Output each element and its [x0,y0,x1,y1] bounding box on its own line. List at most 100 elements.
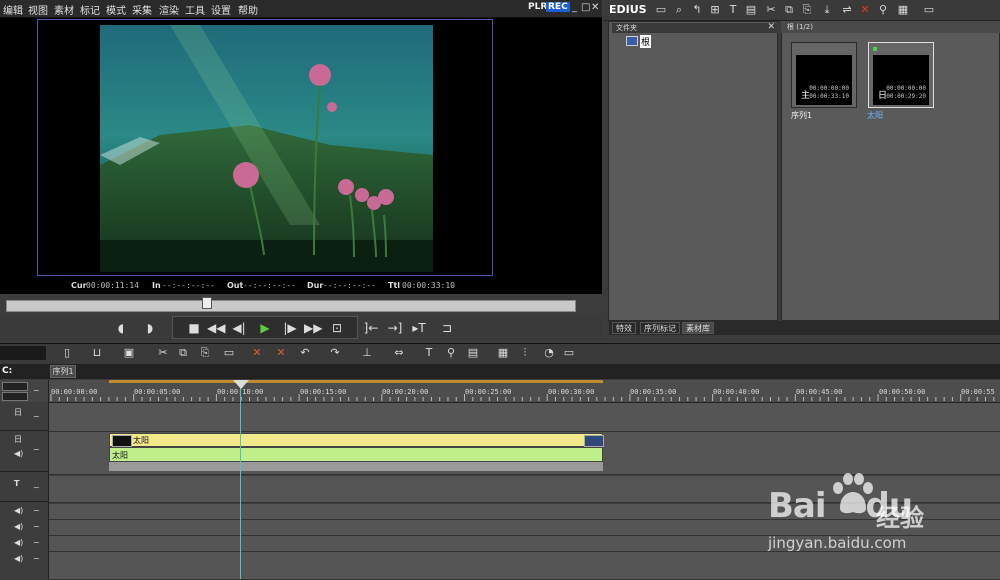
speaker-icon[interactable]: ◀) [14,449,23,458]
timeline-video-clip[interactable]: 太阳 [109,433,603,447]
cut-icon[interactable]: ✂ [156,346,170,360]
title-icon[interactable]: T [422,346,436,360]
new-sequence-icon[interactable]: ▯ [60,346,74,360]
timeline-ruler[interactable]: 00:00:00:00 00:00:05:00 00:00:10:00 00:0… [49,380,1000,403]
sync-icon[interactable]: ~ [33,538,40,547]
undo-icon[interactable]: ↶ [298,346,312,360]
ripple-delete-icon[interactable]: ✕ [250,346,264,360]
menu-capture[interactable]: 采集 [132,2,152,17]
set-in-out-icon[interactable]: ⊥ [360,346,374,360]
layout-icon[interactable]: ▦ [496,346,510,360]
rewind-icon[interactable]: ◀◀ [207,319,225,337]
fast-forward-icon[interactable]: ▶▶ [304,319,322,337]
up-folder-icon[interactable]: ↰ [690,3,704,17]
sequence-tab[interactable]: 序列1 [50,365,76,378]
snap-icon[interactable]: ⇔ [392,346,406,360]
speaker-icon[interactable]: ◀) [14,522,23,531]
add-to-timeline-icon[interactable]: ⤓ [820,3,834,17]
speaker-icon[interactable]: ◀) [14,538,23,547]
save-icon[interactable]: ▣ [122,346,136,360]
link-icon[interactable]: ~ [33,386,40,395]
timeline-mode-box[interactable] [0,346,46,360]
menu-tools[interactable]: 工具 [185,2,205,17]
audio-record-icon[interactable]: ⚲ [444,346,458,360]
view-mode-icon[interactable]: ▦ [896,3,910,17]
paste-icon[interactable]: ⎘ [198,346,212,360]
speaker-icon[interactable]: ◀) [14,506,23,515]
step-forward-icon[interactable]: |▶ [281,319,299,337]
sync-icon[interactable]: ~ [33,522,40,531]
menu-mode[interactable]: 模式 [106,2,126,17]
ruler-label: 00:00:20:00 [382,388,429,396]
loop-icon[interactable]: ⊡ [328,319,346,337]
timeline-audio-clip[interactable]: 太阳 [109,447,603,462]
menu-marker[interactable]: 标记 [80,2,100,17]
menu-render[interactable]: 渲染 [159,2,179,17]
bin-clip-sequence[interactable]: 主 00:00:00:00 00:00:33:10 [791,42,857,108]
insert-icon[interactable]: ]← [362,319,380,337]
track-head-a2: ◀) ~ [0,521,48,535]
tab-effects[interactable]: 特效 [612,322,636,334]
menu-help[interactable]: 帮助 [238,2,258,17]
title-icon[interactable]: T [726,3,740,17]
bin-clip-sun[interactable]: 日 00:00:00:00 00:00:29:20 [868,42,934,108]
redo-icon[interactable]: ↷ [328,346,342,360]
bin-header-label: 根 (1/2) [787,23,813,31]
sync-icon[interactable]: ~ [33,412,40,421]
sync-icon[interactable]: ~ [33,554,40,563]
clip-mode-icon[interactable]: ▭ [222,346,236,360]
sync-icon[interactable]: ~ [33,445,40,454]
timeline-toolbar: ▯ ⊔ ▣ ✂ ⧉ ⎘ ▭ ✕ ✕ ↶ ↷ ⊥ ⇔ T ⚲ ▤ ▦ ⫶ ◔ ▭ [0,343,1000,365]
rec-toggle[interactable]: REC [546,2,570,12]
display-icon[interactable]: ▭ [562,346,576,360]
match-frame-icon[interactable]: ▸T [410,319,428,337]
open-project-icon[interactable]: ⊔ [90,346,104,360]
sync-icon[interactable]: ~ [33,506,40,515]
sync-icon[interactable]: ~ [33,483,40,492]
tab-library[interactable]: 素材库 [682,322,714,334]
stop-icon[interactable]: ■ [185,319,203,337]
play-icon[interactable]: ▶ [256,319,274,337]
set-in-icon[interactable]: ◖ [112,319,130,337]
folder-close-icon[interactable]: ✕ [767,22,775,32]
render-icon[interactable]: ▤ [466,346,480,360]
set-out-icon[interactable]: ◗ [141,319,159,337]
delete-icon[interactable]: ✕ [858,3,872,17]
track-height-toggle[interactable] [2,382,28,391]
scrub-handle[interactable] [201,297,212,309]
in-out-range-bar[interactable] [109,380,603,383]
menu-view[interactable]: 视图 [28,2,48,17]
delete-gap-icon[interactable]: ✕ [274,346,288,360]
export-icon[interactable]: ⊐ [438,319,456,337]
bin-menu-icon[interactable]: ▭ [922,3,936,17]
color-bars-icon[interactable]: ▤ [744,3,758,17]
speaker-icon[interactable]: ◀) [14,554,23,563]
properties-icon[interactable]: ⚲ [876,3,890,17]
add-clip-icon[interactable]: ⊞ [708,3,722,17]
folder-icon[interactable]: ▭ [654,3,668,17]
menu-edit[interactable]: 编辑 [3,2,23,17]
search-icon[interactable]: ⌕ [672,3,686,17]
plr-toggle[interactable]: PLR [528,2,547,12]
minimize-icon[interactable]: _ [572,2,577,13]
copy-icon[interactable]: ⧉ [176,346,190,360]
mixer-icon[interactable]: ⫶ [518,346,532,360]
track-lane-v-top[interactable] [49,403,1000,432]
timeline-cursor[interactable] [240,384,241,579]
copy-icon[interactable]: ⧉ [782,3,796,17]
replace-icon[interactable]: ⇌ [840,3,854,17]
folder-root-item[interactable]: 根 [626,35,666,48]
tab-sequence-markers[interactable]: 序列标记 [640,322,680,334]
track-mode-toggle[interactable] [2,392,28,401]
paste-icon[interactable]: ⎘ [800,3,814,17]
menu-settings[interactable]: 设置 [211,2,231,17]
overwrite-icon[interactable]: →] [386,319,404,337]
timeline-cursor-head[interactable] [233,380,249,389]
player-scrub-bar[interactable] [6,300,576,312]
step-back-icon[interactable]: ◀| [230,319,248,337]
clock-icon[interactable]: ◔ [542,346,556,360]
cut-icon[interactable]: ✂ [764,3,778,17]
menu-clip[interactable]: 素材 [54,2,74,17]
close-icon[interactable]: ✕ [591,2,599,13]
maximize-icon[interactable]: □ [581,2,590,13]
